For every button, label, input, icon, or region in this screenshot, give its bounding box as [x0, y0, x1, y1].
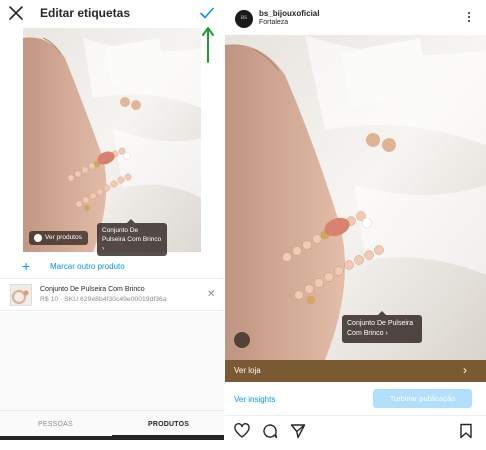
product-tag-label[interactable]: Conjunto De Pulseira Com Brinco ›	[97, 219, 167, 256]
page-title: Editar etiquetas	[40, 6, 131, 20]
plus-icon: +	[22, 258, 31, 274]
product-price-sku: R$ 10 · SKU 629e8b4f30c49e00019df36a	[40, 296, 167, 303]
bag-icon	[34, 234, 42, 242]
close-icon[interactable]	[8, 5, 24, 21]
heart-icon[interactable]	[234, 423, 250, 439]
product-tag-text: Conjunto De Pulseira Com Brinco	[102, 227, 162, 243]
tab-people[interactable]: PESSOAS	[38, 421, 73, 428]
bottom-bar	[0, 436, 224, 440]
shopping-bag-icon[interactable]	[234, 332, 250, 348]
tagged-product-row[interactable]: Conjunto De Pulseira Com Brinco R$ 10 · …	[0, 281, 224, 311]
post-actions	[225, 420, 486, 444]
more-options-icon[interactable]	[466, 12, 472, 26]
bracelet-photo	[23, 28, 201, 252]
view-shop-bar[interactable]: Ver loja ›	[225, 360, 486, 382]
avatar[interactable]: BS	[235, 10, 253, 28]
product-tag-text-post: Conjunto De Pulseira Com Brinco	[347, 320, 414, 337]
add-product-row[interactable]: + Marcar outro produto	[0, 255, 224, 279]
chevron-right-icon: ›	[463, 363, 467, 377]
chevron-right-icon: ›	[102, 245, 105, 252]
remove-product-icon[interactable]: ✕	[207, 290, 215, 300]
share-icon[interactable]	[290, 423, 306, 439]
done-check-icon[interactable]	[199, 5, 215, 21]
empty-area	[0, 312, 224, 410]
view-shop-label: Ver loja	[234, 366, 261, 375]
promote-button[interactable]: Turbinar publicação	[373, 389, 472, 408]
chevron-right-icon: ›	[383, 330, 388, 337]
bookmark-icon[interactable]	[458, 423, 474, 439]
username[interactable]: bs_bijouxoficial	[259, 9, 319, 18]
product-name: Conjunto De Pulseira Com Brinco	[40, 286, 145, 293]
product-thumbnail	[10, 284, 32, 306]
post-photo-preview[interactable]	[23, 28, 201, 252]
edit-tags-screen: Editar etiquetas Ver produtos Conjunto D…	[0, 0, 224, 450]
comment-icon[interactable]	[262, 423, 278, 439]
insights-row: Ver insights Turbinar publicação	[225, 382, 486, 416]
view-insights-link[interactable]: Ver insights	[234, 395, 275, 404]
tab-products[interactable]: PRODUTOS	[148, 421, 189, 428]
annotation-arrow-icon	[202, 27, 214, 63]
bracelet-photo-large	[225, 35, 486, 360]
view-products-pill[interactable]: Ver produtos	[29, 231, 88, 245]
product-tag-label-post[interactable]: Conjunto De Pulseira Com Brinco ›	[342, 311, 422, 343]
post-photo[interactable]	[225, 35, 486, 360]
view-products-label: Ver produtos	[45, 234, 82, 241]
location[interactable]: Fortaleza	[259, 19, 288, 26]
edit-tags-header: Editar etiquetas	[0, 0, 224, 63]
add-product-label: Marcar outro produto	[50, 262, 125, 271]
